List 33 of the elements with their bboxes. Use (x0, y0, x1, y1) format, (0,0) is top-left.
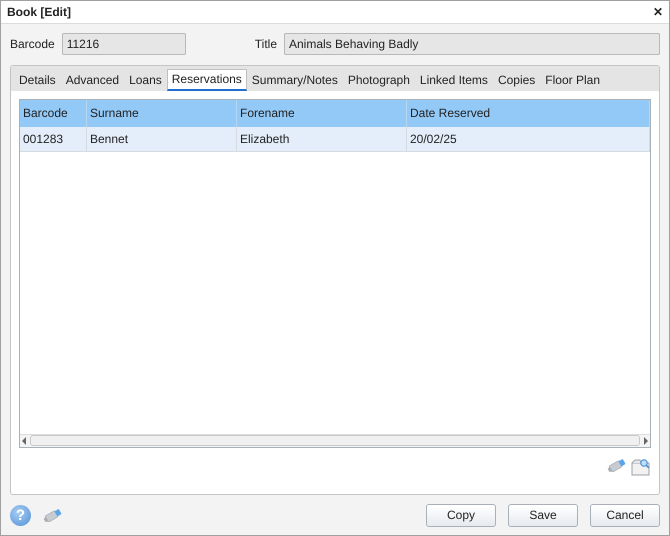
tab[interactable]: Linked Items (414, 68, 493, 91)
cancel-button[interactable]: Cancel (590, 504, 660, 527)
table-row[interactable]: 001283 Bennet Elizabeth 20/02/25 (20, 126, 650, 152)
tab[interactable]: Details (14, 68, 61, 91)
folder-search-icon[interactable] (631, 458, 651, 476)
table-cell: Elizabeth (236, 126, 406, 152)
column-header[interactable]: Date Reserved (406, 100, 650, 127)
column-header[interactable]: Forename (236, 100, 406, 127)
column-header[interactable]: Barcode (20, 100, 86, 127)
scroll-right-icon[interactable] (642, 436, 650, 446)
copy-button[interactable]: Copy (426, 504, 496, 527)
table-cell: 20/02/25 (406, 126, 650, 152)
title-field[interactable]: Animals Behaving Badly (284, 32, 660, 55)
usb-stick-icon[interactable] (43, 508, 63, 522)
tab[interactable]: Advanced (60, 68, 124, 91)
window-title: Book [Edit] (7, 4, 71, 19)
tab[interactable]: Copies (492, 68, 540, 91)
scrollbar-thumb[interactable] (30, 435, 640, 446)
save-button[interactable]: Save (508, 504, 578, 527)
tab[interactable]: Reservations (166, 68, 247, 91)
tab[interactable]: Floor Plan (540, 68, 605, 91)
table-cell: 001283 (20, 126, 86, 152)
tab[interactable]: Photograph (342, 68, 415, 91)
tab[interactable]: Summary/Notes (246, 68, 343, 91)
tab[interactable]: Loans (124, 68, 167, 91)
column-header[interactable]: Surname (86, 100, 236, 127)
table-cell: Bennet (86, 126, 236, 152)
scroll-left-icon[interactable] (20, 436, 28, 446)
barcode-field[interactable]: 11216 (62, 32, 186, 55)
field-label: Title (254, 36, 277, 51)
usb-stick-icon[interactable] (607, 458, 627, 472)
field-label: Barcode (10, 36, 55, 51)
close-button[interactable]: ✕ (653, 4, 663, 19)
